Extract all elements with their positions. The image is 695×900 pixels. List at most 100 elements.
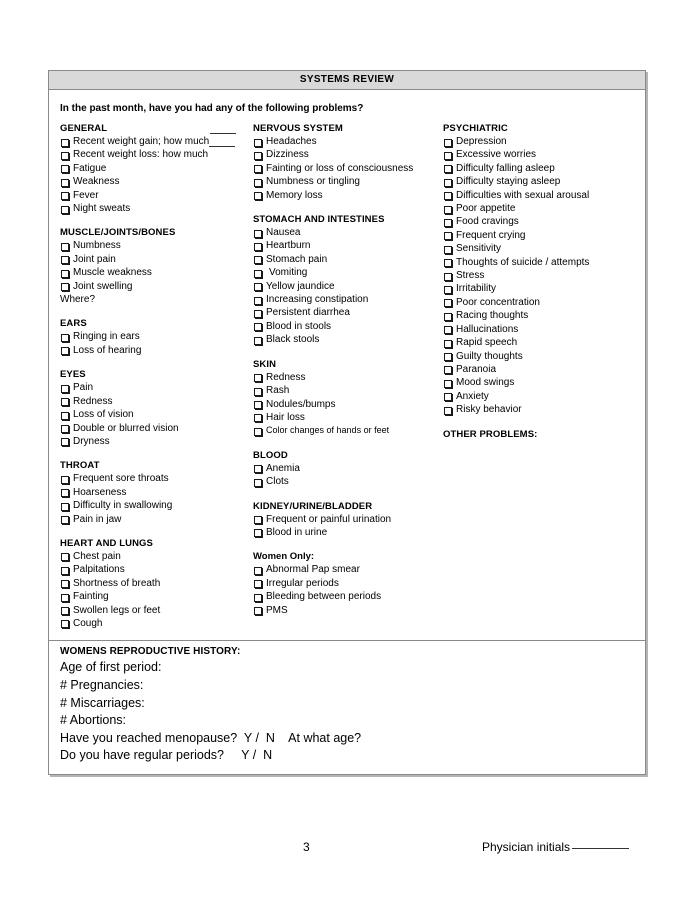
checklist-item[interactable]: Chest pain [60,550,253,563]
checklist-item[interactable]: PMS [253,604,443,617]
checklist-item[interactable]: Pain in jaw [60,513,253,526]
checkbox-icon[interactable] [444,245,452,254]
checkbox-icon[interactable] [61,502,69,511]
checklist-item[interactable]: Hallucinations [443,323,643,336]
checklist-item[interactable]: Difficulties with sexual arousal [443,189,643,202]
checkbox-icon[interactable] [61,425,69,433]
checklist-item[interactable]: Racing thoughts [443,309,643,322]
checklist-item[interactable]: Clots [253,475,443,488]
checkbox-icon[interactable] [254,427,262,436]
checklist-item[interactable]: Headaches [253,135,443,148]
checklist-item[interactable]: Recent weight loss: how much [60,146,253,161]
checklist-item[interactable]: Sensitivity [443,242,643,255]
checkbox-icon[interactable] [444,339,452,348]
checkbox-icon[interactable] [254,566,262,575]
checkbox-icon[interactable] [254,151,262,160]
checklist-item[interactable]: Risky behavior [443,403,643,416]
checkbox-icon[interactable] [444,366,452,375]
write-in-blank[interactable] [210,133,237,134]
checkbox-icon[interactable] [254,309,262,318]
checkbox-icon[interactable] [254,138,262,147]
checklist-item[interactable]: Difficulty falling asleep [443,162,643,175]
checklist-item[interactable]: Depression [443,135,643,148]
checklist-item[interactable]: Palpitations [60,563,253,576]
checklist-item[interactable]: Thoughts of suicide / attempts [443,256,643,269]
checkbox-icon[interactable] [61,192,69,201]
checkbox-icon[interactable] [61,256,69,265]
checklist-item[interactable]: Ringing in ears [60,330,253,343]
checkbox-icon[interactable] [61,205,69,214]
checklist-item[interactable]: Loss of vision [60,408,253,421]
checkbox-icon[interactable] [61,151,69,160]
checkbox-icon[interactable] [444,393,452,402]
checklist-item[interactable]: Rapid speech [443,336,643,349]
checkbox-icon[interactable] [61,516,69,525]
checklist-item[interactable]: Persistent diarrhea [253,306,443,319]
checklist-item[interactable]: Difficulty staying asleep [443,175,643,188]
checklist-item[interactable]: Stress [443,269,643,282]
physician-initials-field[interactable]: Physician initials [482,840,630,854]
checkbox-icon[interactable] [61,566,69,575]
checkbox-icon[interactable] [254,229,262,238]
checklist-item[interactable]: Heartburn [253,239,443,252]
checklist-item[interactable]: Poor concentration [443,296,643,309]
checklist-item[interactable]: Blood in stools [253,320,443,333]
checklist-item[interactable]: Numbness or tingling [253,175,443,188]
checklist-item[interactable]: Fever [60,189,253,202]
checklist-item[interactable]: Joint swelling [60,280,253,293]
checklist-item[interactable]: Increasing constipation [253,293,443,306]
checkbox-icon[interactable] [254,387,262,396]
checklist-item[interactable]: Stomach pain [253,253,443,266]
checklist-item[interactable]: Paranoia [443,363,643,376]
checklist-item[interactable]: Rash [253,384,443,397]
checkbox-icon[interactable] [254,336,262,345]
checkbox-icon[interactable] [444,406,452,415]
checklist-item[interactable]: Bleeding between periods [253,590,443,603]
checkbox-icon[interactable] [61,269,69,278]
checklist-item[interactable]: Joint pain [60,253,253,266]
checklist-item[interactable]: Nausea [253,226,443,239]
checkbox-icon[interactable] [254,478,262,487]
checkbox-icon[interactable] [61,138,69,147]
checkbox-icon[interactable] [444,379,452,388]
checkbox-icon[interactable] [254,323,262,332]
checkbox-icon[interactable] [61,333,69,342]
checklist-item[interactable]: Mood swings [443,376,643,389]
checkbox-icon[interactable] [61,489,69,498]
checklist-item[interactable]: Numbness [60,239,253,252]
checkbox-icon[interactable] [61,283,69,292]
checkbox-icon[interactable] [444,259,452,268]
checklist-item[interactable]: Double or blurred vision [60,422,253,435]
checkbox-icon[interactable] [61,165,69,174]
checklist-item[interactable]: Night sweats [60,202,253,215]
checklist-item[interactable]: Anxiety [443,390,643,403]
checklist-item[interactable]: Redness [253,371,443,384]
checkbox-icon[interactable] [444,285,452,294]
checklist-item[interactable]: Black stools [253,333,443,346]
checklist-item[interactable]: Hair loss [253,411,443,424]
checklist-item[interactable]: Fatigue [60,162,253,175]
checkbox-icon[interactable] [254,580,262,589]
checklist-item[interactable]: Swollen legs or feet [60,604,253,617]
checklist-item[interactable]: Excessive worries [443,148,643,161]
checkbox-icon[interactable] [444,312,452,321]
checklist-item[interactable]: Shortness of breath [60,577,253,590]
checkbox-icon[interactable] [254,414,262,423]
physician-initials-blank[interactable] [572,848,630,849]
checklist-item[interactable]: Vomiting [253,266,443,279]
checklist-item[interactable]: Dryness [60,435,253,448]
checkbox-icon[interactable] [444,326,452,335]
checklist-item[interactable]: Color changes of hands or feet [253,424,443,437]
checkbox-icon[interactable] [254,283,262,292]
checklist-item[interactable]: Hoarseness [60,486,253,499]
checkbox-icon[interactable] [61,593,69,602]
checklist-item[interactable]: Muscle weakness [60,266,253,279]
checkbox-icon[interactable] [254,607,262,616]
checkbox-icon[interactable] [254,192,262,201]
checklist-item[interactable]: Guilty thoughts [443,350,643,363]
checkbox-icon[interactable] [444,178,452,187]
checkbox-icon[interactable] [61,411,69,420]
checkbox-icon[interactable] [444,353,452,361]
checkbox-icon[interactable] [444,165,452,174]
checkbox-icon[interactable] [254,242,262,251]
